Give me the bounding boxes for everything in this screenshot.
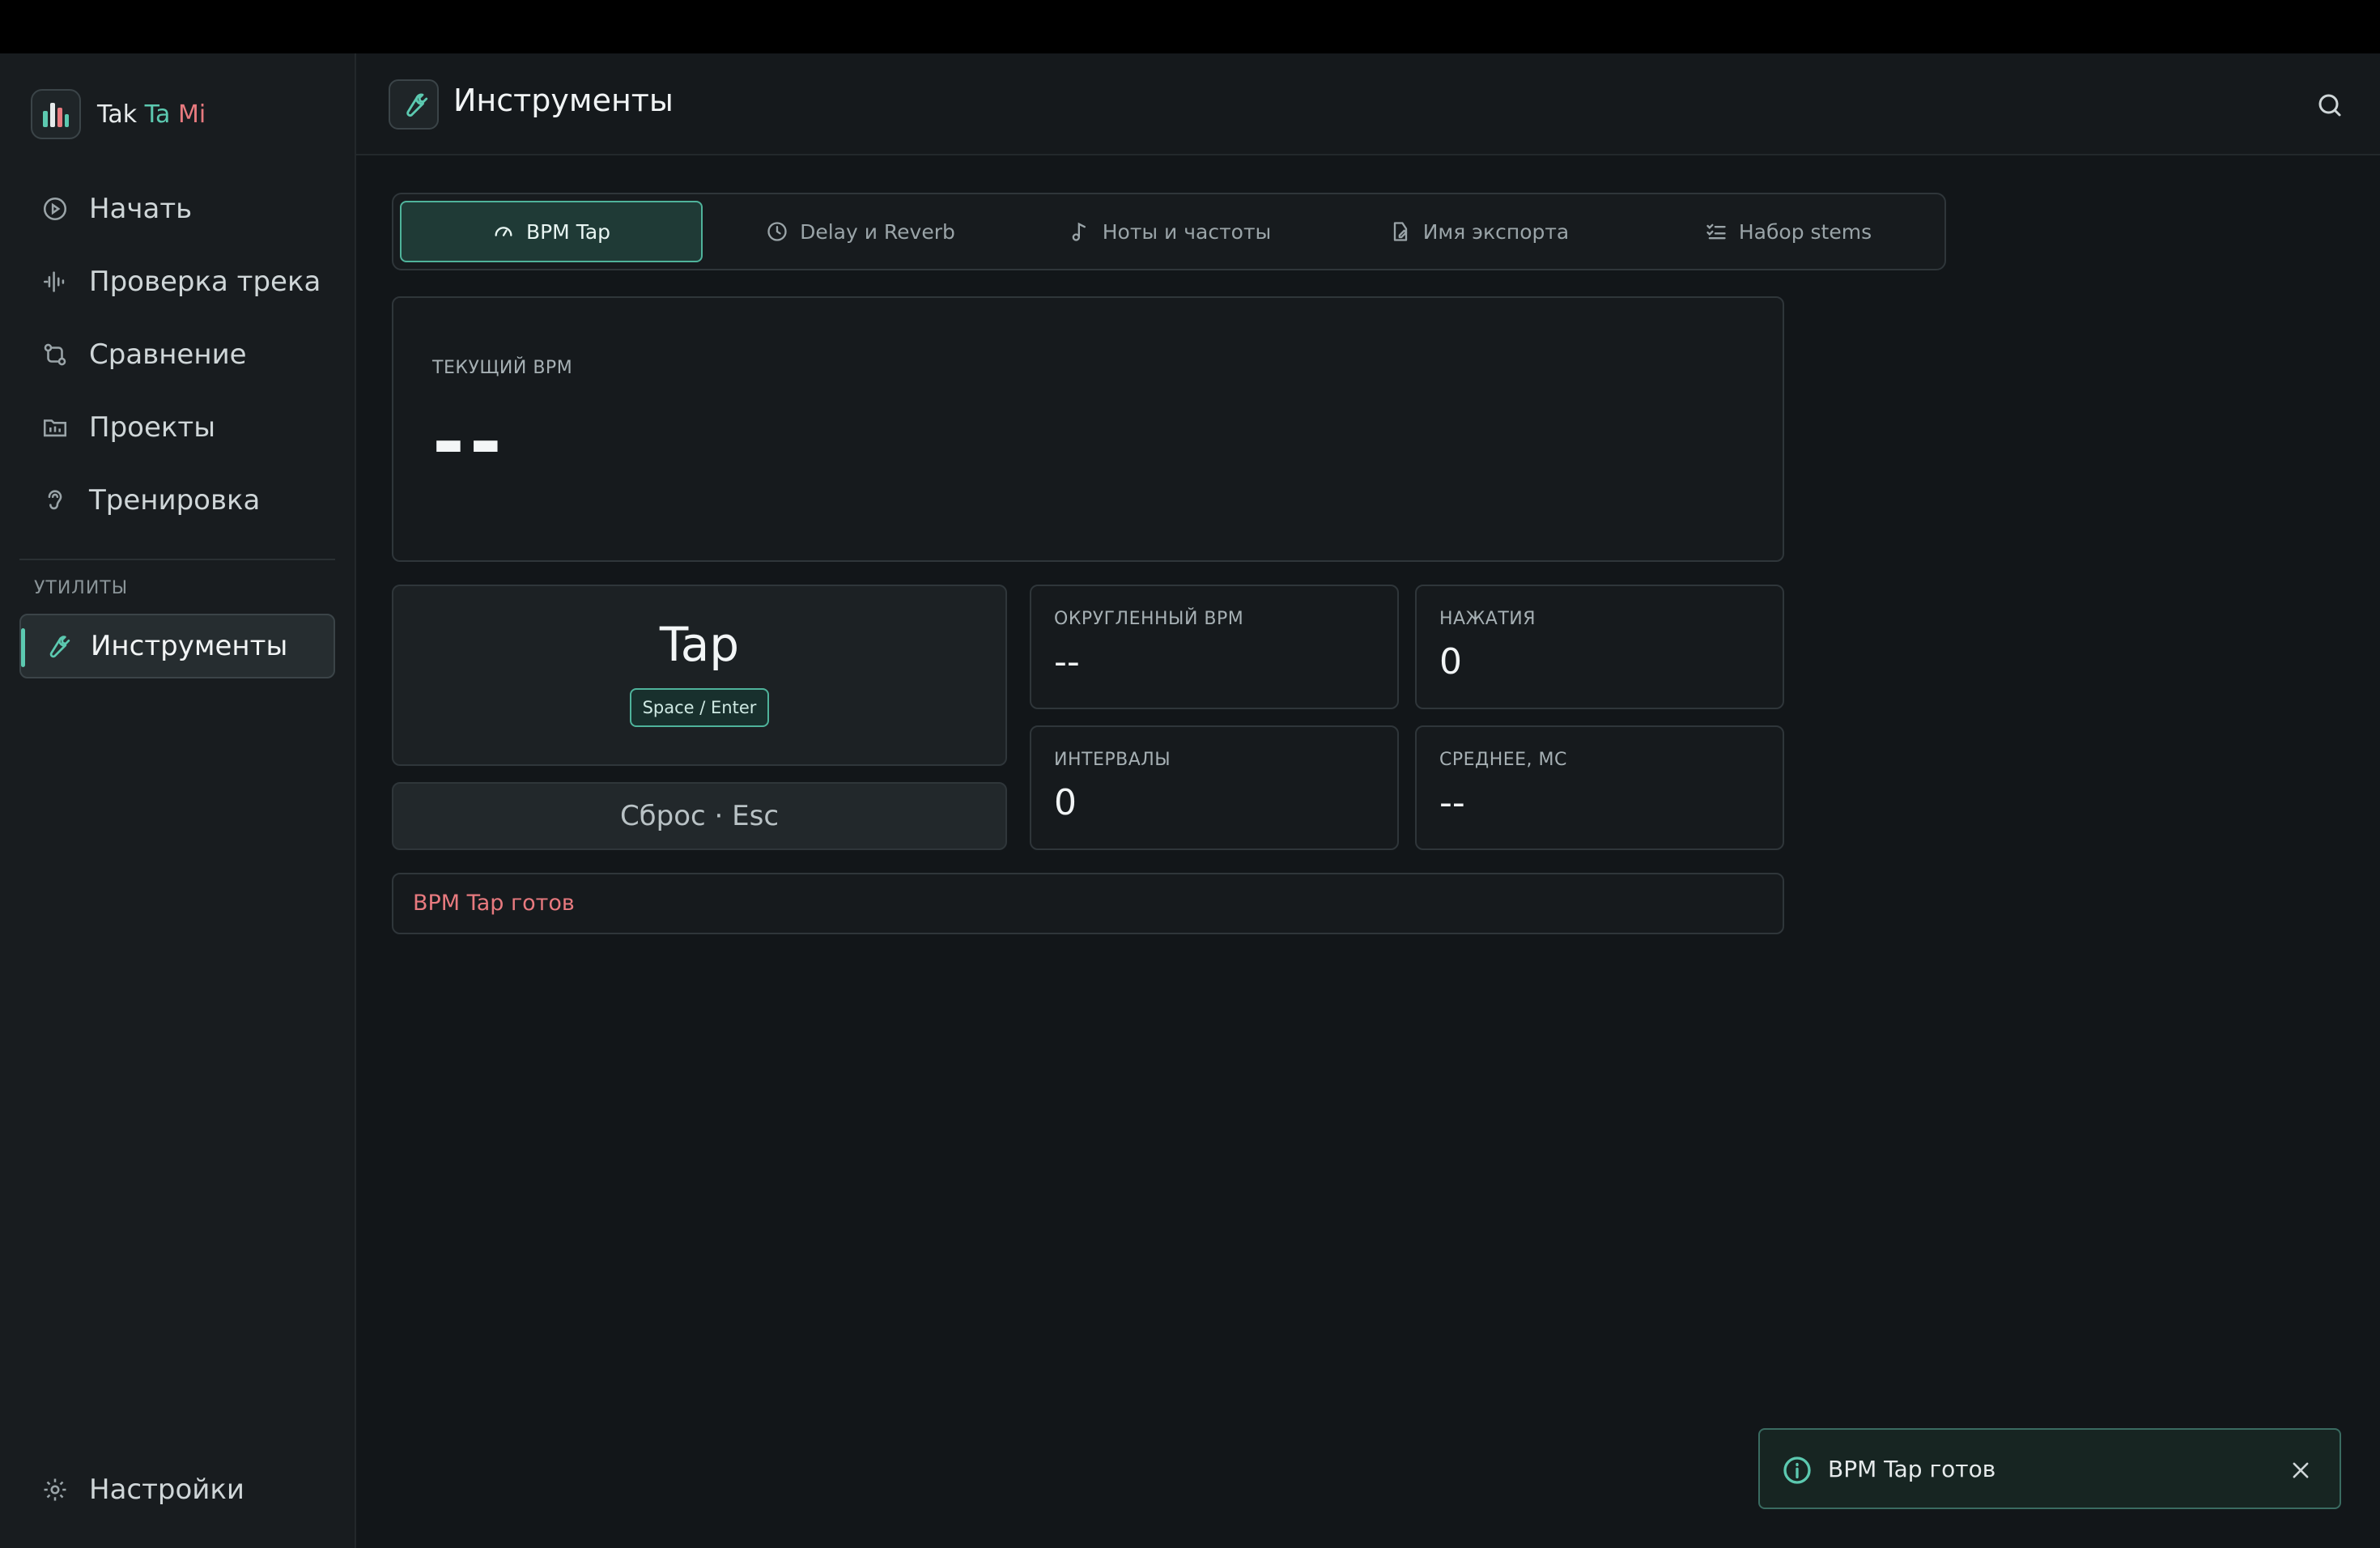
clock-icon	[766, 220, 788, 243]
taps-value: 0	[1439, 641, 1462, 683]
rounded-bpm-card: ОКРУГЛЕННЫЙ BPM --	[1030, 585, 1399, 709]
page-header: Инструменты	[356, 53, 2380, 155]
tab-bpm-tap[interactable]: BPM Tap	[400, 201, 703, 262]
sidebar-item-training[interactable]: Тренировка	[19, 468, 335, 533]
search-button[interactable]	[2312, 87, 2348, 123]
tab-label: Delay и Reverb	[800, 219, 955, 244]
brand-name: Tak Ta Mi	[97, 100, 206, 129]
edit-file-icon	[1389, 220, 1412, 243]
sidebar-divider	[19, 559, 335, 560]
sidebar-section-label: УТИЛИТЫ	[34, 578, 129, 598]
checklist-icon	[1705, 220, 1728, 243]
rounded-bpm-label: ОКРУГЛЕННЫЙ BPM	[1054, 609, 1244, 629]
close-icon	[2293, 1462, 2309, 1478]
brand-name-part: Ta	[137, 100, 171, 129]
tab-label: Набор stems	[1738, 219, 1872, 244]
info-icon	[1781, 1454, 1813, 1490]
taps-label: НАЖАТИЯ	[1439, 609, 1536, 629]
music-note-icon	[1069, 220, 1091, 243]
current-bpm-card: ТЕКУЩИЙ BPM --	[392, 296, 1784, 562]
sidebar-item-track-check[interactable]: Проверка трека	[19, 249, 335, 314]
ear-icon	[39, 484, 71, 517]
sidebar-item-label: Сравнение	[89, 338, 247, 371]
tab-label: BPM Tap	[525, 219, 611, 244]
tools-tabs: BPM Tap Delay и Reverb Ноты и частоты Им…	[392, 193, 1946, 270]
intervals-label: ИНТЕРВАЛЫ	[1054, 750, 1171, 770]
tab-stems-set[interactable]: Набор stems	[1637, 201, 1940, 262]
waveform-icon	[39, 266, 71, 298]
sidebar-item-label: Начать	[89, 193, 193, 225]
toast-text: BPM Tap готов	[1828, 1456, 1996, 1482]
reset-button[interactable]: Сброс · Esc	[392, 782, 1007, 850]
status-message: BPM Tap готов	[392, 873, 1784, 934]
average-ms-value: --	[1439, 782, 1465, 823]
sidebar-item-settings[interactable]: Настройки	[19, 1457, 335, 1522]
taps-card: НАЖАТИЯ 0	[1415, 585, 1784, 709]
gear-icon	[39, 1474, 71, 1506]
status-text: BPM Tap готов	[413, 891, 575, 916]
sidebar-item-compare[interactable]: Сравнение	[19, 322, 335, 387]
tab-label: Имя экспорта	[1422, 219, 1570, 244]
tab-delay-reverb[interactable]: Delay и Reverb	[709, 201, 1012, 262]
tap-button[interactable]: Tap Space / Enter	[392, 585, 1007, 766]
wrench-icon	[389, 79, 439, 130]
sidebar-item-start[interactable]: Начать	[19, 176, 335, 241]
page-title: Инструменты	[453, 83, 674, 118]
brand-name-part: Mi	[170, 100, 206, 129]
sidebar-item-label: Инструменты	[91, 630, 288, 662]
rounded-bpm-value: --	[1054, 641, 1080, 683]
reset-button-label: Сброс · Esc	[619, 800, 780, 832]
brand-name-part: Tak	[97, 100, 138, 129]
app-logo-icon	[31, 89, 81, 139]
current-bpm-value: --	[432, 397, 507, 487]
keyboard-hint-badge: Space / Enter	[630, 688, 769, 727]
search-icon	[2318, 94, 2341, 117]
gauge-icon	[492, 220, 515, 243]
average-ms-label: СРЕДНЕЕ, МС	[1439, 750, 1567, 770]
tab-label: Ноты и частоты	[1102, 219, 1272, 244]
sidebar-item-label: Настройки	[89, 1474, 245, 1506]
sidebar: Tak Ta Mi Начать Проверка трека Сравнени…	[0, 53, 356, 1548]
brand[interactable]: Tak Ta Mi	[31, 87, 206, 141]
tab-notes-frequencies[interactable]: Ноты и частоты	[1018, 201, 1321, 262]
compare-icon	[39, 338, 71, 371]
tap-label: Tap	[659, 617, 740, 672]
average-ms-card: СРЕДНЕЕ, МС --	[1415, 725, 1784, 850]
sidebar-item-projects[interactable]: Проекты	[19, 395, 335, 460]
window-top-bar	[0, 0, 2380, 53]
play-circle-icon	[39, 193, 71, 225]
current-bpm-label: ТЕКУЩИЙ BPM	[432, 358, 573, 378]
close-button[interactable]	[2286, 1456, 2315, 1485]
intervals-card: ИНТЕРВАЛЫ 0	[1030, 725, 1399, 850]
wrench-icon	[40, 630, 73, 662]
sidebar-item-label: Проекты	[89, 411, 216, 444]
sidebar-item-tools[interactable]: Инструменты	[19, 614, 335, 678]
sidebar-item-label: Тренировка	[89, 484, 261, 517]
folder-icon	[39, 411, 71, 444]
tab-export-name[interactable]: Имя экспорта	[1328, 201, 1630, 262]
intervals-value: 0	[1054, 782, 1077, 823]
toast-notification: BPM Tap готов	[1758, 1428, 2341, 1509]
sidebar-item-label: Проверка трека	[89, 266, 321, 298]
